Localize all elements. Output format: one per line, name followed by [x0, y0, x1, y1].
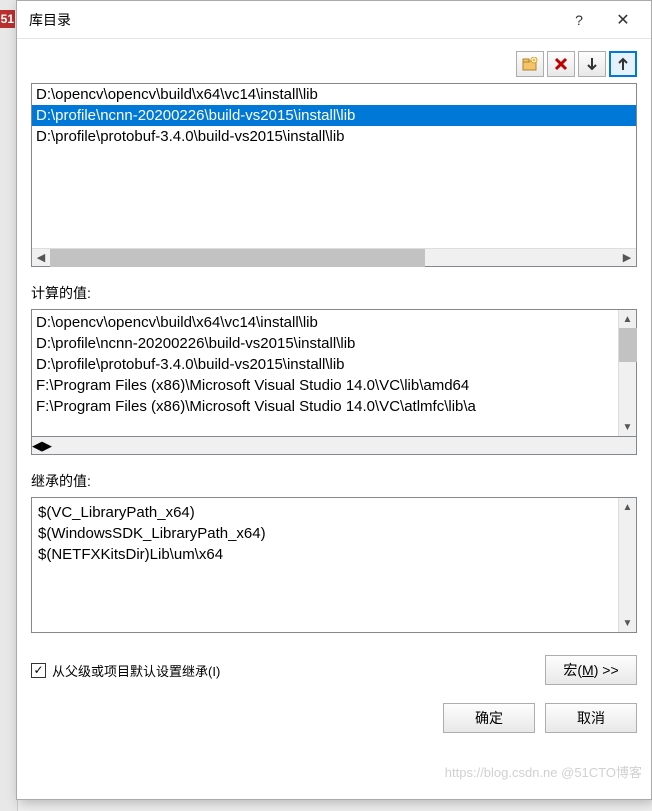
scroll-down-icon[interactable]: ▼ [619, 614, 636, 632]
scroll-up-icon[interactable]: ▲ [619, 310, 636, 328]
list-item[interactable]: D:\opencv\opencv\build\x64\vc14\install\… [32, 84, 636, 105]
macros-label: 宏(M) >> [563, 660, 618, 680]
inherited-vscrollbar[interactable]: ▲ ▼ [618, 498, 636, 632]
scroll-right-icon[interactable]: ▶ [42, 438, 52, 454]
inherit-checkbox-label: 从父级或项目默认设置继承(I) [52, 661, 220, 680]
help-button[interactable]: ? [557, 4, 601, 36]
new-folder-button[interactable] [516, 51, 544, 77]
calculated-listbox[interactable]: D:\opencv\opencv\build\x64\vc14\install\… [31, 309, 637, 437]
scroll-left-icon[interactable]: ◀ [32, 438, 42, 454]
calculated-label: 计算的值: [31, 283, 637, 303]
move-down-button[interactable] [578, 51, 606, 77]
list-item: D:\profile\protobuf-3.4.0\build-vs2015\i… [36, 354, 614, 375]
list-item[interactable]: D:\profile\protobuf-3.4.0\build-vs2015\i… [32, 126, 636, 147]
arrow-down-icon [586, 57, 598, 71]
scroll-left-icon[interactable]: ◀ [32, 249, 50, 267]
checkbox-icon: ✓ [31, 663, 46, 678]
close-icon: ✕ [616, 10, 629, 30]
entries-hscrollbar[interactable]: ◀ ▶ [32, 248, 636, 266]
close-button[interactable]: ✕ [601, 4, 645, 36]
calculated-vscrollbar[interactable]: ▲ ▼ [618, 310, 636, 436]
arrow-up-icon [617, 57, 629, 71]
calculated-hscrollbar[interactable]: ◀ ▶ [31, 437, 637, 455]
list-item: D:\opencv\opencv\build\x64\vc14\install\… [36, 312, 614, 333]
scroll-right-icon[interactable]: ▶ [618, 249, 636, 267]
entries-listbox[interactable]: D:\opencv\opencv\build\x64\vc14\install\… [31, 83, 637, 267]
inherited-label: 继承的值: [31, 471, 637, 491]
inherit-checkbox[interactable]: ✓ 从父级或项目默认设置继承(I) [31, 661, 545, 680]
scroll-down-icon[interactable]: ▼ [619, 418, 636, 436]
delete-button[interactable] [547, 51, 575, 77]
list-item: F:\Program Files (x86)\Microsoft Visual … [36, 396, 614, 417]
list-item: $(NETFXKitsDir)Lib\um\x64 [38, 544, 612, 565]
bg-badge: 51 [0, 10, 15, 28]
list-item: D:\profile\ncnn-20200226\build-vs2015\in… [36, 333, 614, 354]
scroll-up-icon[interactable]: ▲ [619, 498, 636, 516]
list-item[interactable]: D:\profile\ncnn-20200226\build-vs2015\in… [32, 105, 636, 126]
list-item: $(WindowsSDK_LibraryPath_x64) [38, 523, 612, 544]
list-toolbar [31, 51, 637, 77]
list-item: $(VC_LibraryPath_x64) [38, 502, 612, 523]
new-folder-icon [522, 57, 538, 71]
dialog-title: 库目录 [29, 10, 557, 30]
help-icon: ? [575, 12, 583, 28]
inherited-listbox[interactable]: $(VC_LibraryPath_x64)$(WindowsSDK_Librar… [31, 497, 637, 633]
move-up-button[interactable] [609, 51, 637, 77]
titlebar: 库目录 ? ✕ [17, 1, 651, 39]
macros-button[interactable]: 宏(M) >> [545, 655, 637, 685]
cancel-button[interactable]: 取消 [545, 703, 637, 733]
list-item: F:\Program Files (x86)\Microsoft Visual … [36, 375, 614, 396]
library-directories-dialog: 库目录 ? ✕ [16, 0, 652, 800]
delete-icon [554, 57, 568, 71]
ok-button[interactable]: 确定 [443, 703, 535, 733]
